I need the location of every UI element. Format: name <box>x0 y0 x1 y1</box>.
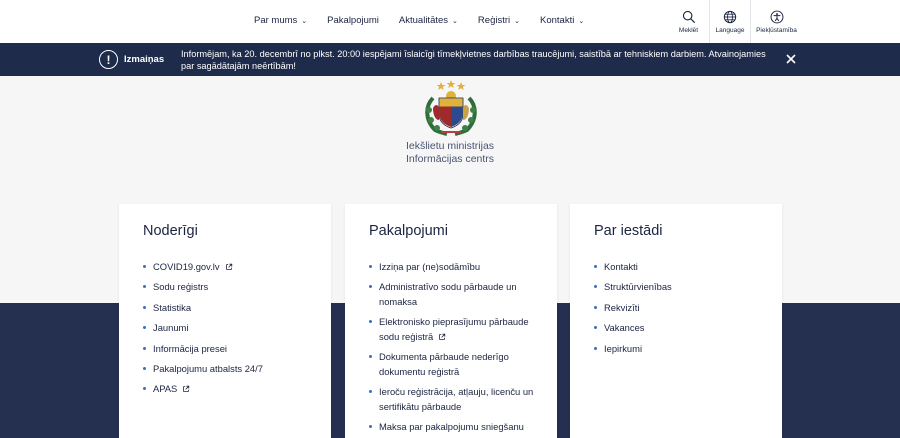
link-label: Maksa par pakalpojumu sniegšanu <box>379 421 524 432</box>
nav-item-label: Par mums <box>254 15 298 26</box>
chevron-down-icon: ⌄ <box>301 17 308 25</box>
top-navigation: Par mums ⌄ Pakalpojumi Aktualitātes ⌄ Reģi… <box>0 0 900 43</box>
list-item[interactable]: Jaunumi <box>143 320 313 335</box>
link-label: Jaunumi <box>153 322 189 334</box>
main-menu: Par mums ⌄ Pakalpojumi Aktualitātes ⌄ Reģi… <box>254 15 604 26</box>
link-label: Kontakti <box>604 261 638 272</box>
list-item[interactable]: APAS <box>143 381 313 396</box>
link-label: Vakances <box>604 322 645 334</box>
card-par-iestadi: Par iestādi Kontakti Struktūrvienības Re… <box>570 204 782 438</box>
link-label: COVID19.gov.lv <box>153 261 220 272</box>
close-icon[interactable] <box>784 52 798 66</box>
nav-item-registri[interactable]: Reģistri ⌄ <box>478 15 520 26</box>
accessibility-icon <box>770 10 783 23</box>
language-label: Language <box>715 26 745 34</box>
org-name-line2: Informācijas centrs <box>405 152 495 165</box>
nav-item-kontakti[interactable]: Kontakti ⌄ <box>540 15 584 26</box>
external-link-icon <box>439 333 446 340</box>
nav-item-aktualitates[interactable]: Aktualitātes ⌄ <box>399 15 458 26</box>
link-label: Ieroču reģistrācija, atļauju, licenču un… <box>379 386 534 412</box>
search-icon <box>682 10 695 23</box>
chevron-down-icon: ⌄ <box>452 17 458 25</box>
list-item[interactable]: Informācija presei <box>143 341 313 356</box>
chevron-down-icon: ⌄ <box>578 17 585 25</box>
link-label: Rekvizīti <box>604 301 640 313</box>
link-label: APAS <box>153 383 178 395</box>
list-item[interactable]: Maksa par pakalpojumu sniegšanu <box>369 419 539 434</box>
header-tools: Meklēt Language Piekļūstamība <box>668 0 802 43</box>
card-title: Pakalpojumi <box>369 223 448 239</box>
organization-name: Iekšlietu ministrijas Informācijas centr… <box>360 140 540 165</box>
list-item[interactable]: COVID19.gov.lv <box>143 259 313 274</box>
list-item[interactable]: Sodu reģistrs <box>143 279 313 294</box>
link-list: Kontakti Struktūrvienības Rekvizīti Vaka… <box>594 259 764 361</box>
list-item[interactable]: Dokumenta pārbaude nederīgo dokumentu re… <box>369 349 539 379</box>
accessibility-label: Piekļūstamība <box>756 26 797 34</box>
link-label: Pakalpojumu atbalsts 24/7 <box>153 362 263 374</box>
search-label: Meklēt <box>678 26 699 34</box>
list-item[interactable]: Vakances <box>594 320 764 335</box>
nav-item-label: Reģistri <box>477 15 511 26</box>
external-link-icon <box>183 386 190 393</box>
list-item[interactable]: Rekvizīti <box>594 300 764 315</box>
list-item[interactable]: Elektronisko pieprasījumu pārbaude sodu … <box>369 314 539 344</box>
search-button[interactable]: Meklēt <box>668 0 709 43</box>
link-label: Statistika <box>153 301 192 313</box>
coat-of-arms-logo[interactable] <box>419 80 483 136</box>
link-label: Dokumenta pārbaude nederīgo dokumentu re… <box>379 351 509 377</box>
link-list: COVID19.gov.lv Sodu reģistrs Statistika … <box>143 259 313 402</box>
link-label: Elektronisko pieprasījumu pārbaude sodu … <box>379 316 529 342</box>
banner-message: Informējam, ka 20. decembrī no plkst. 20… <box>181 49 766 71</box>
nav-item-par-mums[interactable]: Par mums ⌄ <box>254 15 307 26</box>
nav-item-pakalpojumi[interactable]: Pakalpojumi <box>327 15 379 26</box>
list-item[interactable]: Statistika <box>143 300 313 315</box>
link-label: Struktūrvienības <box>604 281 672 293</box>
chevron-down-icon: ⌄ <box>514 17 520 25</box>
card-title: Par iestādi <box>594 223 663 239</box>
link-label: Administratīvo sodu pārbaude un nomaksa <box>379 281 517 307</box>
external-link-icon <box>225 263 232 270</box>
link-list: Izziņa par (ne)sodāmību Administratīvo s… <box>369 259 539 438</box>
exclamation-icon: ! <box>99 50 118 69</box>
nav-item-label: Kontakti <box>540 15 575 26</box>
banner-label: Izmaiņas <box>124 54 165 65</box>
card-noderigi: Noderīgi COVID19.gov.lv Sodu reģistrs St… <box>119 204 331 438</box>
list-item[interactable]: Izziņa par (ne)sodāmību <box>369 259 539 274</box>
link-label: Sodu reģistrs <box>153 281 209 293</box>
list-item[interactable]: Struktūrvienības <box>594 279 764 294</box>
list-item[interactable]: Pakalpojumu atbalsts 24/7 <box>143 361 313 376</box>
globe-icon <box>723 10 737 23</box>
link-label: Iepirkumi <box>604 342 643 354</box>
list-item[interactable]: Ieroču reģistrācija, atļauju, licenču un… <box>369 384 539 414</box>
link-label: Informācija presei <box>153 342 227 354</box>
nav-item-label: Aktualitātes <box>398 15 449 26</box>
list-item[interactable]: Kontakti <box>594 259 764 274</box>
nav-item-label: Pakalpojumi <box>327 15 379 26</box>
link-label: Izziņa par (ne)sodāmību <box>379 261 481 272</box>
list-item[interactable]: Administratīvo sodu pārbaude un nomaksa <box>369 279 539 309</box>
notice-banner: ! Izmaiņas Informējam, ka 20. decembrī n… <box>0 43 900 76</box>
list-item[interactable]: Iepirkumi <box>594 341 764 356</box>
card-title: Noderīgi <box>143 223 198 239</box>
org-name-line1: Iekšlietu ministrijas <box>405 140 495 152</box>
accessibility-button[interactable]: Piekļūstamība <box>750 0 802 43</box>
language-button[interactable]: Language <box>709 0 750 43</box>
card-pakalpojumi: Pakalpojumi Izziņa par (ne)sodāmību Admi… <box>345 204 557 438</box>
